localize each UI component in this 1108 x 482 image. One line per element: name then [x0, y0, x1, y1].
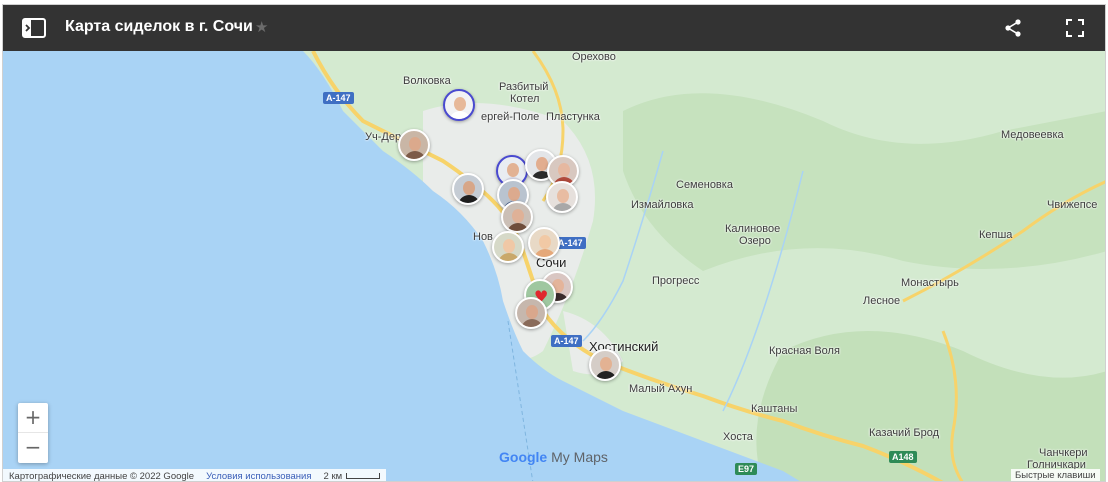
place-label: Озеро [739, 235, 771, 247]
sidebar-toggle-icon[interactable] [21, 17, 47, 39]
google-mymaps-logo: Google My Maps [499, 449, 608, 465]
place-label: Чанчкери [1039, 447, 1088, 459]
place-label: Орехово [572, 51, 616, 63]
google-logo-text: Google [499, 449, 548, 465]
zoom-out-button[interactable]: − [18, 433, 48, 463]
attribution-bar: Картографические данные © 2022 Google Ус… [3, 469, 387, 482]
caregiver-marker[interactable] [546, 181, 578, 213]
share-icon[interactable] [1003, 18, 1023, 38]
place-label: Измайловка [631, 199, 694, 211]
road-shield: A-147 [323, 92, 354, 104]
scale-label: 2 км [323, 470, 343, 482]
caregiver-marker[interactable] [452, 173, 484, 205]
place-label: Лесное [863, 295, 901, 307]
top-bar: Карта сиделок в г. Сочи ★ [3, 5, 1105, 51]
place-label: Казачий Брод [869, 427, 940, 439]
fullscreen-icon[interactable] [1065, 18, 1085, 38]
caregiver-marker[interactable] [398, 129, 430, 161]
caregiver-marker[interactable] [492, 231, 524, 263]
place-label: Семеновка [676, 179, 733, 191]
place-label: Каштаны [751, 403, 798, 415]
zoom-control: + − [18, 403, 48, 463]
map-canvas[interactable]: Орехово Волковка Разбитый Котел ергей-По… [3, 51, 1105, 482]
scale-bar [346, 472, 381, 479]
road-shield: E97 [735, 463, 758, 475]
caregiver-marker[interactable] [501, 201, 533, 233]
place-label: Красная Воля [769, 345, 840, 357]
road-shield: A148 [889, 451, 917, 463]
place-label: Котел [510, 93, 540, 105]
scale-indicator: 2 км [323, 470, 381, 482]
caregiver-marker[interactable] [589, 349, 621, 381]
place-label: Разбитый [499, 81, 549, 93]
terms-link[interactable]: Условия использования [206, 471, 311, 482]
place-label: Монастырь [901, 277, 959, 289]
place-label: Медовеевка [1001, 129, 1064, 141]
mymaps-logo-text: My Maps [551, 449, 608, 465]
place-label: Калиновое [725, 223, 781, 235]
caregiver-marker[interactable] [443, 89, 475, 121]
map-data-credit: Картографические данные © 2022 Google [9, 470, 195, 482]
place-label: Малый Ахун [629, 383, 693, 395]
keyboard-shortcuts-link[interactable]: Быстрые клавиши [1011, 469, 1100, 481]
place-label: Уч-Дер [365, 131, 402, 143]
place-label: Пластунка [546, 111, 600, 123]
caregiver-marker[interactable] [528, 227, 560, 259]
road-shield: A-147 [551, 335, 582, 347]
star-icon[interactable]: ★ [255, 18, 268, 36]
place-label: Чвижепсе [1047, 199, 1098, 211]
caregiver-marker[interactable] [515, 297, 547, 329]
map-frame: Карта сиделок в г. Сочи ★ Орехово Волков… [2, 4, 1106, 482]
place-label: Нов [473, 231, 493, 243]
place-label: Волковка [403, 75, 451, 87]
place-label: Хоста [723, 431, 753, 443]
place-label: ергей-Поле [481, 111, 540, 123]
place-label: Кепша [979, 229, 1013, 241]
place-label: Прогресс [652, 275, 700, 287]
zoom-in-button[interactable]: + [18, 403, 48, 433]
map-title: Карта сиделок в г. Сочи [65, 18, 253, 35]
